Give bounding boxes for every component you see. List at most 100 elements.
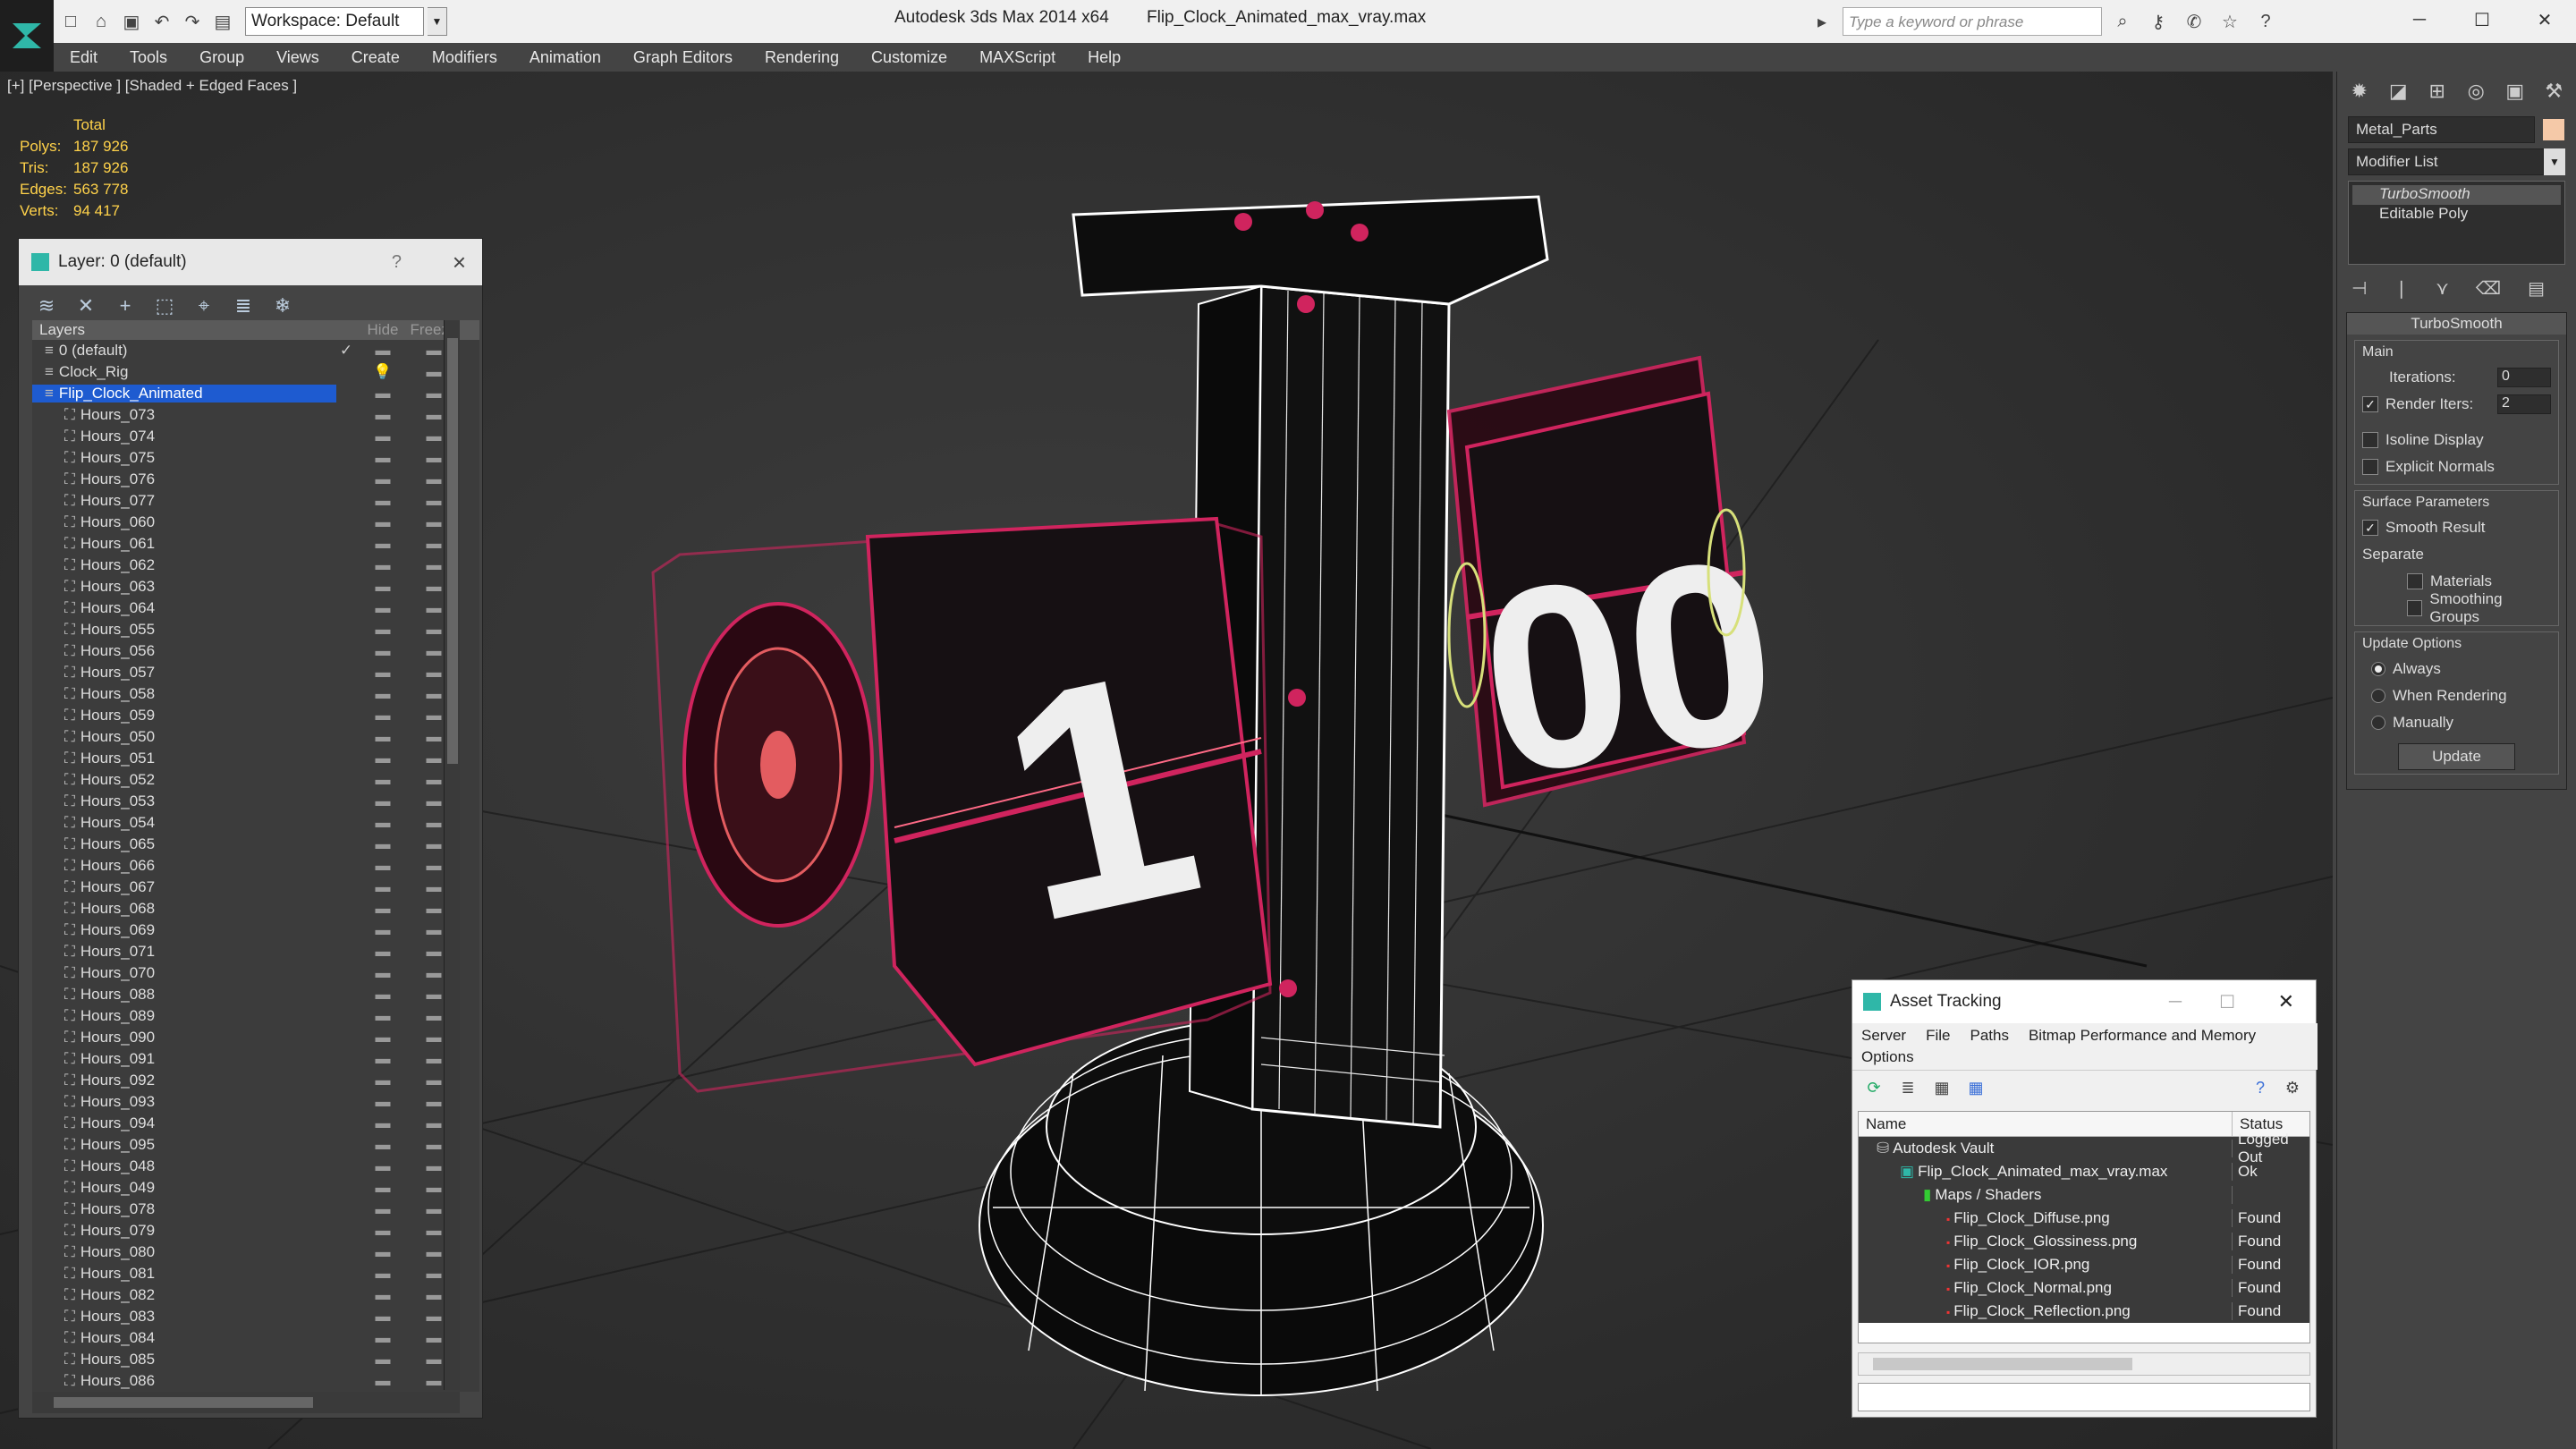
redo-icon[interactable]: ↷ [179, 8, 206, 35]
undo-icon[interactable]: ↶ [148, 8, 175, 35]
layer-row[interactable]: ⛶ Hours_056 ▬ ▬ [32, 640, 479, 662]
layer-row[interactable]: ⛶ Hours_048 ▬ ▬ [32, 1156, 479, 1177]
hide-toggle[interactable]: ▬ [356, 449, 410, 467]
hide-toggle[interactable]: ▬ [356, 1007, 410, 1025]
menu-item-tools[interactable]: Tools [114, 48, 183, 67]
layer-row[interactable]: ≡ Flip_Clock_Animated ▬ ▬ [32, 383, 479, 404]
asset-tracking-header[interactable]: Asset Tracking ─ ☐ ✕ [1852, 980, 2316, 1023]
explicit-normals-checkbox[interactable] [2362, 459, 2378, 475]
hide-toggle[interactable]: ▬ [356, 492, 410, 510]
hide-toggle[interactable]: ▬ [356, 921, 410, 939]
help-icon[interactable]: ? [392, 252, 402, 273]
freeze-all-icon[interactable]: ❄ [267, 291, 298, 321]
hide-toggle[interactable]: ▬ [356, 342, 410, 360]
layer-row[interactable]: ⛶ Hours_079 ▬ ▬ [32, 1220, 479, 1241]
menu-item-create[interactable]: Create [335, 48, 416, 67]
menu-item-edit[interactable]: Edit [54, 48, 114, 67]
hide-toggle[interactable]: ▬ [356, 964, 410, 982]
layer-row[interactable]: ⛶ Hours_085 ▬ ▬ [32, 1349, 479, 1370]
menu-item-group[interactable]: Group [183, 48, 260, 67]
hide-toggle[interactable]: ▬ [356, 1114, 410, 1132]
layer-row[interactable]: ⛶ Hours_080 ▬ ▬ [32, 1241, 479, 1263]
asset-row[interactable]: ▪ Flip_Clock_Reflection.png Found [1859, 1300, 2309, 1323]
motion-tab-icon[interactable]: ◎ [2460, 77, 2494, 106]
chevron-down-icon[interactable]: ▼ [428, 7, 447, 36]
layer-row[interactable]: ⛶ Hours_065 ▬ ▬ [32, 834, 479, 855]
menu-item-maxscript[interactable]: MAXScript [963, 48, 1072, 67]
help-icon[interactable]: ? [2248, 1076, 2273, 1101]
pin-stack-icon[interactable]: ⊣ [2351, 277, 2367, 300]
binoculars-icon[interactable]: ⌕ [2107, 7, 2138, 36]
hide-toggle[interactable]: ▬ [356, 621, 410, 639]
minimize-icon[interactable]: ─ [2388, 0, 2451, 39]
add-to-layer-icon[interactable]: + [110, 291, 140, 321]
asset-menu-paths[interactable]: Paths [1970, 1027, 2008, 1045]
layer-row[interactable]: ⛶ Hours_069 ▬ ▬ [32, 919, 479, 941]
hide-toggle[interactable]: ▬ [356, 664, 410, 682]
layer-row[interactable]: ⛶ Hours_073 ▬ ▬ [32, 404, 479, 426]
render-iters-spinner[interactable]: 2 [2497, 394, 2551, 414]
menu-item-animation[interactable]: Animation [513, 48, 617, 67]
hide-toggle[interactable]: ▬ [356, 406, 410, 424]
favorites-star-icon[interactable]: ☆ [2215, 7, 2245, 36]
hide-all-icon[interactable]: ≣ [228, 291, 258, 321]
viewport-label[interactable]: [+] [Perspective ] [Shaded + Edged Faces… [7, 77, 297, 95]
hide-toggle[interactable]: ▬ [356, 835, 410, 853]
close-icon[interactable]: × [453, 249, 466, 276]
layer-row[interactable]: ⛶ Hours_092 ▬ ▬ [32, 1070, 479, 1091]
hide-toggle[interactable]: ▬ [356, 385, 410, 402]
hide-toggle[interactable]: ▬ [356, 685, 410, 703]
menu-item-customize[interactable]: Customize [855, 48, 963, 67]
create-layer-icon[interactable]: ≋ [31, 291, 62, 321]
show-end-result-icon[interactable]: ❘ [2394, 277, 2409, 300]
hide-toggle[interactable]: ▬ [356, 1243, 410, 1261]
communication-icon[interactable]: ✆ [2179, 7, 2209, 36]
hide-toggle[interactable]: ▬ [356, 535, 410, 553]
close-icon[interactable]: ✕ [2278, 990, 2294, 1013]
hide-toggle[interactable]: ▬ [356, 771, 410, 789]
hide-toggle[interactable]: ▬ [356, 1286, 410, 1304]
hide-toggle[interactable]: ▬ [356, 642, 410, 660]
menu-item-views[interactable]: Views [260, 48, 335, 67]
remove-modifier-icon[interactable]: ⌫ [2476, 277, 2501, 300]
always-radio[interactable] [2371, 662, 2385, 676]
menu-item-help[interactable]: Help [1072, 48, 1137, 67]
menu-item-rendering[interactable]: Rendering [749, 48, 855, 67]
app-logo[interactable] [0, 0, 54, 72]
asset-row[interactable]: ▪ Flip_Clock_IOR.png Found [1859, 1253, 2309, 1276]
hide-toggle[interactable]: ▬ [356, 1265, 410, 1283]
hide-toggle[interactable]: ▬ [356, 707, 410, 724]
col-name[interactable]: Name [1859, 1112, 2233, 1136]
hierarchy-tab-icon[interactable]: ⊞ [2420, 77, 2454, 106]
layer-row[interactable]: ⛶ Hours_049 ▬ ▬ [32, 1177, 479, 1199]
layer-row[interactable]: ⛶ Hours_054 ▬ ▬ [32, 812, 479, 834]
stack-item-editable-poly[interactable]: Editable Poly [2352, 205, 2561, 225]
iterations-spinner[interactable]: 0 [2497, 368, 2551, 387]
col-hide[interactable]: Hide [356, 321, 410, 339]
materials-checkbox[interactable] [2407, 573, 2423, 589]
hide-toggle[interactable]: ▬ [356, 1329, 410, 1347]
hide-toggle[interactable]: ▬ [356, 470, 410, 488]
hide-toggle[interactable]: ▬ [356, 1093, 410, 1111]
hide-toggle[interactable]: ▬ [356, 599, 410, 617]
asset-row[interactable]: ▣ Flip_Clock_Animated_max_vray.max Ok [1859, 1160, 2309, 1183]
hide-toggle[interactable]: ▬ [356, 878, 410, 896]
options-icon[interactable]: ⚙ [2280, 1076, 2305, 1101]
new-file-icon[interactable]: □ [57, 8, 84, 35]
object-color-swatch[interactable] [2543, 119, 2564, 140]
isoline-checkbox[interactable] [2362, 432, 2378, 448]
layer-row[interactable]: ⛶ Hours_061 ▬ ▬ [32, 533, 479, 555]
when-rendering-radio[interactable] [2371, 689, 2385, 703]
layer-row[interactable]: ⛶ Hours_070 ▬ ▬ [32, 962, 479, 984]
maximize-icon[interactable]: ☐ [2219, 991, 2235, 1013]
hide-toggle[interactable]: ▬ [356, 1157, 410, 1175]
layer-row[interactable]: ⛶ Hours_074 ▬ ▬ [32, 426, 479, 447]
asset-row[interactable]: ▪ Flip_Clock_Glossiness.png Found [1859, 1230, 2309, 1253]
hide-toggle[interactable]: ▬ [356, 900, 410, 918]
update-button[interactable]: Update [2398, 743, 2515, 770]
menu-item-modifiers[interactable]: Modifiers [416, 48, 513, 67]
render-iters-checkbox[interactable]: ✓ [2362, 396, 2378, 412]
hide-toggle[interactable]: ▬ [356, 428, 410, 445]
asset-menu-server[interactable]: Server [1861, 1027, 1906, 1045]
hide-toggle[interactable]: ▬ [356, 1308, 410, 1326]
